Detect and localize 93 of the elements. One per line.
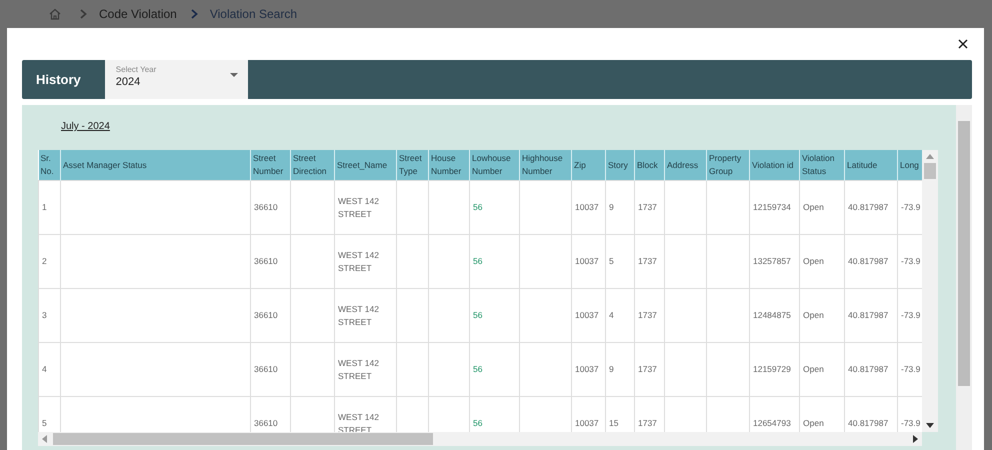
scrollbar-thumb[interactable] bbox=[53, 433, 433, 445]
table-cell-text: 36610 bbox=[254, 364, 278, 374]
table-cell-text: 4 bbox=[609, 310, 614, 320]
table-cell-text: 36610 bbox=[254, 256, 278, 266]
table-cell-text: 36610 bbox=[254, 418, 278, 428]
scroll-left-icon[interactable] bbox=[42, 435, 47, 443]
table-cell-text: 36610 bbox=[254, 310, 278, 320]
table-cell-text: 12159729 bbox=[753, 364, 791, 374]
table-cell-text: WEST 142 STREET bbox=[338, 250, 379, 272]
table-cell-text: Open bbox=[803, 256, 824, 266]
table-cell-text: 56 bbox=[473, 202, 482, 212]
chevron-icon bbox=[80, 9, 87, 19]
column-header: Street_Name bbox=[334, 150, 396, 180]
table-cell-text: 12654793 bbox=[753, 418, 791, 428]
column-header: Street Direction bbox=[290, 150, 334, 180]
column-header: Lowhouse Number bbox=[470, 150, 520, 180]
table-cell-text: Open bbox=[803, 418, 824, 428]
column-header: Address bbox=[664, 150, 706, 180]
table-cell-text: 1737 bbox=[638, 310, 657, 320]
chevron-icon bbox=[190, 9, 198, 19]
table-cell-text: 5 bbox=[42, 418, 47, 428]
column-header: Block bbox=[634, 150, 664, 180]
table-cell-text: -73.9 bbox=[901, 256, 920, 266]
column-header: Latitude bbox=[844, 150, 898, 180]
table-cell-text: 10037 bbox=[575, 202, 599, 212]
table-cell-text: 1737 bbox=[638, 364, 657, 374]
page-scrollbar[interactable] bbox=[956, 105, 972, 450]
table-cell-text: 9 bbox=[609, 202, 614, 212]
table-cell-text: 12484875 bbox=[753, 310, 791, 320]
table-cell-text: 1 bbox=[42, 202, 47, 212]
horizontal-scrollbar[interactable] bbox=[38, 432, 922, 446]
scrollbar-thumb[interactable] bbox=[924, 163, 936, 179]
table-cell-text: 5 bbox=[609, 256, 614, 266]
table-cell-text: WEST 142 STREET bbox=[338, 358, 379, 380]
table-cell-text: -73.9 bbox=[901, 418, 920, 428]
table-cell-text: 2 bbox=[42, 256, 47, 266]
dialog-title: History bbox=[35, 72, 82, 87]
table-cell-text: 1737 bbox=[638, 418, 657, 428]
caret-icon bbox=[230, 73, 238, 77]
table-cell-text: WEST 142 STREET bbox=[338, 304, 379, 326]
column-header: Zip bbox=[572, 150, 606, 180]
table-cell-text: Open bbox=[803, 364, 824, 374]
table-cell-text: 56 bbox=[473, 256, 482, 266]
scrollbar-thumb[interactable] bbox=[958, 121, 970, 386]
table-cell-text: 12159734 bbox=[753, 202, 791, 212]
period-heading: July - 2024 bbox=[61, 121, 110, 134]
table-cell-text: 4 bbox=[42, 364, 47, 374]
table-cell-text: 1737 bbox=[638, 202, 657, 212]
column-header: Sr. No. bbox=[38, 150, 60, 180]
table-cell-text: -73.9 bbox=[901, 202, 920, 212]
table-cell-text: Open bbox=[803, 310, 824, 320]
column-header: Violation Status bbox=[800, 150, 844, 180]
breadcrumb-link[interactable]: Violation Search bbox=[210, 7, 298, 21]
table-cell-text: 56 bbox=[473, 310, 482, 320]
column-header: Violation id bbox=[750, 150, 800, 180]
column-header: House Number bbox=[428, 150, 470, 180]
table-cell-text: 3 bbox=[42, 310, 47, 320]
scroll-up-icon[interactable] bbox=[926, 154, 934, 159]
table-cell-text: 10037 bbox=[575, 256, 599, 266]
year-select[interactable]: Select Year 2024 bbox=[104, 60, 248, 99]
table-cell-text: 13257857 bbox=[753, 256, 791, 266]
table-cell-text: -73.9 bbox=[901, 310, 920, 320]
table-cell-text: 10037 bbox=[575, 310, 599, 320]
table-cell-text: 15 bbox=[609, 418, 618, 428]
column-header: Long bbox=[898, 150, 922, 180]
column-header: Highhouse Number bbox=[520, 150, 572, 180]
scroll-right-icon[interactable] bbox=[913, 435, 918, 443]
table-cell-text: Open bbox=[803, 202, 824, 212]
table-cell-text: -73.9 bbox=[901, 364, 920, 374]
column-header: Property Group bbox=[706, 150, 750, 180]
column-header: Asset Manager Status bbox=[60, 150, 250, 180]
close-icon bbox=[958, 39, 968, 49]
table-cell-text: 40.817987 bbox=[848, 256, 888, 266]
column-header: Street Type bbox=[396, 150, 428, 180]
table-cell-text: 56 bbox=[473, 364, 482, 374]
table-cell-text: 40.817987 bbox=[848, 202, 888, 212]
vertical-scrollbar[interactable] bbox=[922, 150, 938, 432]
scroll-down-icon[interactable] bbox=[926, 423, 934, 428]
column-header: Story bbox=[606, 150, 634, 180]
breadcrumb-link[interactable]: Code Violation bbox=[99, 7, 177, 21]
table-cell-text: 40.817987 bbox=[848, 418, 888, 428]
table-cell-text: 10037 bbox=[575, 418, 599, 428]
table-cell-text: 1737 bbox=[638, 256, 657, 266]
home-icon[interactable] bbox=[48, 7, 62, 21]
table-cell-text: 10037 bbox=[575, 364, 599, 374]
column-header: Street Number bbox=[250, 150, 290, 180]
table-cell-text: 56 bbox=[473, 418, 482, 428]
table-cell-text: 40.817987 bbox=[848, 364, 888, 374]
table-cell-text: WEST 142 STREET bbox=[338, 196, 379, 218]
close-button[interactable] bbox=[956, 37, 970, 51]
table-cell-text: 9 bbox=[609, 364, 614, 374]
table-cell-text: 36610 bbox=[254, 202, 278, 212]
table-cell-text: 40.817987 bbox=[848, 310, 888, 320]
